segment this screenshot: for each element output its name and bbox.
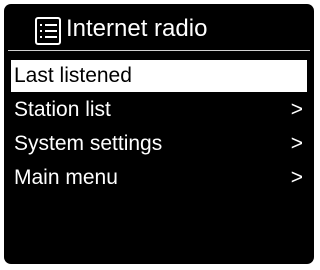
list-icon-dot <box>40 24 42 26</box>
menu-item-label: Station list <box>14 98 111 121</box>
list-icon-line <box>45 24 57 26</box>
menu-item-main-menu[interactable]: Main menu > <box>11 162 307 194</box>
list-icon-line <box>45 36 57 38</box>
list-icon-dot <box>40 36 42 38</box>
page-title: Internet radio <box>66 15 208 42</box>
menu-item-last-listened[interactable]: Last listened <box>11 60 307 92</box>
chevron-right-icon: > <box>290 98 303 121</box>
list-icon <box>35 17 61 45</box>
radio-display: Internet radio Last listened Station lis… <box>4 4 314 264</box>
menu-item-label: Last listened <box>14 64 132 87</box>
header-divider <box>8 50 310 51</box>
menu-item-system-settings[interactable]: System settings > <box>11 128 307 160</box>
chevron-right-icon: > <box>290 132 303 155</box>
menu-item-label: System settings <box>14 132 163 155</box>
menu-item-station-list[interactable]: Station list > <box>11 94 307 126</box>
header-bar: Internet radio <box>4 4 314 52</box>
chevron-right-icon: > <box>290 166 303 189</box>
menu-item-label: Main menu <box>14 166 118 189</box>
list-icon-dot <box>40 30 42 32</box>
menu-list: Last listened Station list > System sett… <box>4 60 314 196</box>
list-icon-line <box>45 30 57 32</box>
